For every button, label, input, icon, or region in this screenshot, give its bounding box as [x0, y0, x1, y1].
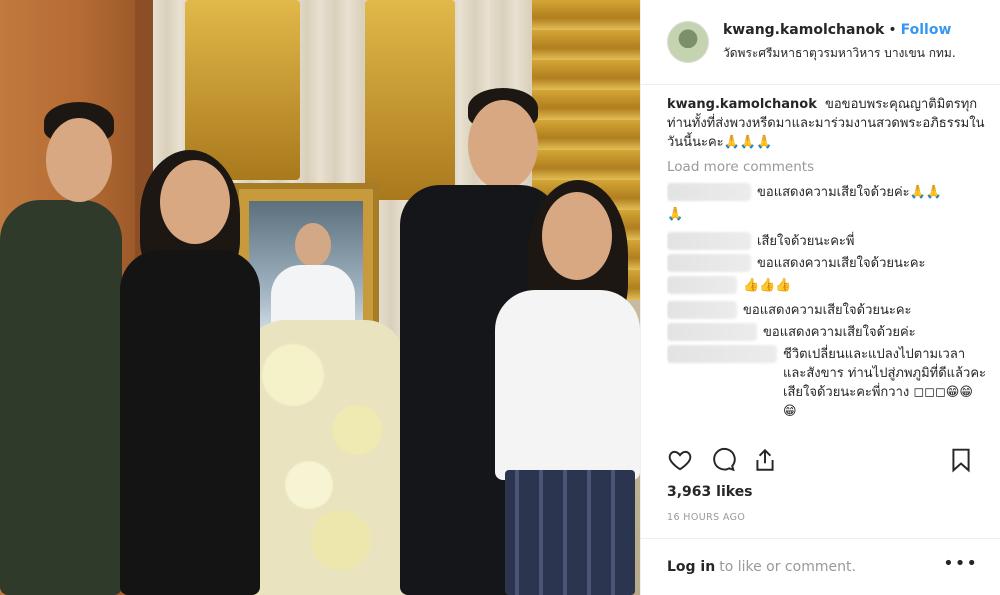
comment-text: ขอแสดงความเสียใจด้วยค่ะ🙏🙏: [757, 185, 943, 200]
list-item: ขอแสดงความเสียใจด้วยค่ะ🙏🙏: [667, 183, 986, 202]
list-item: ชีวิตเปลี่ยนและแปลงไปตามเวลาและสังขาร ท่…: [667, 345, 986, 421]
share-icon[interactable]: [752, 447, 778, 473]
separator-dot: •: [888, 21, 897, 38]
blurred-username: [667, 323, 757, 341]
comment-text: เสียใจด้วยนะคะพี่: [757, 234, 855, 249]
comment-icon[interactable]: [710, 447, 736, 473]
face: [46, 118, 112, 202]
post-photo[interactable]: [0, 0, 640, 595]
face: [542, 192, 612, 280]
likes-count[interactable]: 3,963 likes: [667, 484, 753, 500]
comment-text: 🙏: [667, 207, 684, 222]
comment-text: ชีวิตเปลี่ยนและแปลงไปตามเวลาและสังขาร ท่…: [783, 347, 986, 419]
person-black-dress: [120, 250, 260, 595]
avatar[interactable]: [667, 21, 709, 63]
list-item: เสียใจด้วยนะคะพี่: [667, 232, 986, 251]
list-item: 🙏: [667, 205, 986, 224]
heart-icon[interactable]: [667, 447, 693, 473]
plaid-skirt: [505, 470, 635, 595]
blurred-username: [667, 345, 777, 363]
login-link[interactable]: Log in: [667, 559, 715, 575]
comment-text: ขอแสดงความเสียใจด้วยนะคะ: [743, 303, 912, 318]
comment-text: ขอแสดงความเสียใจด้วยค่ะ: [763, 325, 916, 340]
face: [160, 160, 230, 244]
portrait-head: [295, 223, 331, 267]
post-side-panel: kwang.kamolchanok • Follow วัดพระศรีมหาธาต…: [640, 0, 1000, 595]
list-item: ขอแสดงความเสียใจด้วยนะคะ: [667, 301, 986, 320]
blurred-username: [667, 254, 751, 272]
gold-tier-ornament-right: [365, 0, 455, 200]
post-timestamp: 16 HOURS AGO: [667, 512, 746, 523]
blurred-username: [667, 276, 737, 294]
load-more-comments-button[interactable]: Load more comments: [667, 158, 986, 177]
location-link[interactable]: วัดพระศรีมหาธาตุวรมหาวิหาร บางเขน กทม.: [723, 44, 956, 63]
person-school-uniform: [495, 290, 640, 480]
list-item: ขอแสดงความเสียใจด้วยค่ะ: [667, 323, 986, 342]
bookmark-icon[interactable]: [948, 447, 974, 473]
username-link[interactable]: kwang.kamolchanok: [723, 22, 884, 38]
login-prompt-text: to like or comment.: [719, 559, 856, 575]
comments-list[interactable]: kwang.kamolchanok ขอขอบพระคุณญาติมิตรทุก…: [667, 95, 986, 437]
comment-text: ขอแสดงความเสียใจด้วยนะคะ: [757, 256, 926, 271]
blurred-username: [667, 232, 751, 250]
more-options-icon[interactable]: •••: [943, 553, 978, 574]
blurred-username: [667, 183, 751, 201]
comment-text: 👍👍👍: [743, 278, 792, 293]
login-footer: Log in to like or comment. •••: [641, 538, 1000, 595]
caption: kwang.kamolchanok ขอขอบพระคุณญาติมิตรทุก…: [667, 95, 986, 152]
person-uniform: [0, 200, 122, 595]
post-header: kwang.kamolchanok • Follow วัดพระศรีมหาธาต…: [641, 0, 1000, 85]
face: [468, 100, 538, 190]
flower-wreath: [245, 320, 405, 595]
follow-button[interactable]: Follow: [901, 22, 952, 38]
caption-username[interactable]: kwang.kamolchanok: [667, 97, 817, 112]
list-item: 👍👍👍: [667, 276, 986, 295]
action-bar: [667, 447, 974, 477]
list-item: ขอแสดงความเสียใจด้วยนะคะ: [667, 254, 986, 273]
blurred-username: [667, 301, 737, 319]
